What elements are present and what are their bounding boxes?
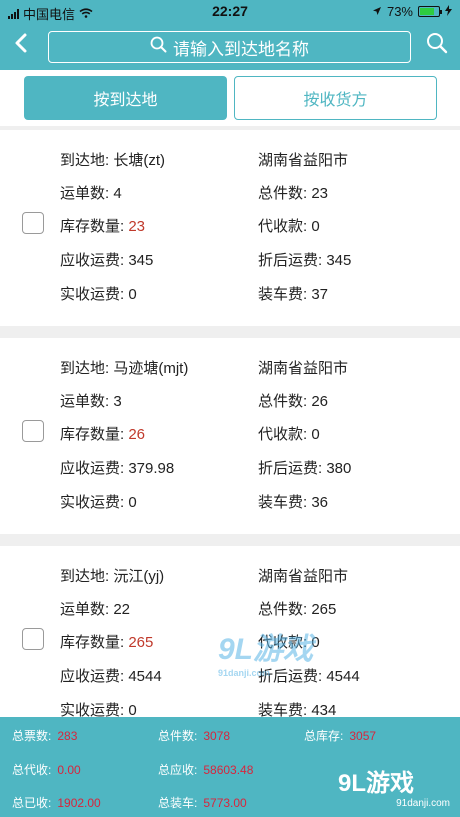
- destination-value: 马迹塘(mjt): [113, 360, 189, 377]
- stock-quantity-value: 265: [128, 634, 154, 651]
- freight-received-field: 实收运费: 0: [60, 494, 137, 511]
- watermark-logo-corner: 9L游戏 91danji.com: [338, 770, 450, 809]
- list-item: 到达地: 马迹塘(mjt) 湖南省益阳市 运单数: 3 总件数: 26 库存数量…: [0, 338, 460, 534]
- nav-bar: 请输入到达地名称: [0, 24, 460, 70]
- region-field: 湖南省益阳市: [258, 152, 349, 169]
- stock-quantity-value: 23: [128, 218, 146, 235]
- total-received: 总已收: 1902.00: [12, 796, 101, 810]
- stock-quantity-field: 库存数量: 26: [60, 426, 146, 443]
- total-receivable: 总应收: 58603.48: [158, 763, 254, 777]
- destination-value: 长塘(zt): [113, 152, 166, 169]
- discounted-freight-field: 折后运费: 380: [258, 460, 352, 477]
- tab-by-destination[interactable]: 按到达地: [24, 76, 227, 120]
- select-checkbox[interactable]: [22, 420, 44, 442]
- freight-received-field: 实收运费: 0: [60, 286, 137, 303]
- cod-field: 代收款: 0: [258, 426, 320, 443]
- waybill-count-field: 运单数: 4: [60, 185, 122, 202]
- destination-field: 到达地: 长塘(zt): [60, 152, 166, 169]
- total-pieces-field: 总件数: 26: [258, 393, 329, 410]
- waybill-count-field: 运单数: 3: [60, 393, 122, 410]
- total-pieces-field: 总件数: 265: [258, 601, 337, 618]
- search-input-icon: [150, 36, 167, 58]
- loading-fee-field: 装车费: 434: [258, 702, 337, 717]
- total-cod: 总代收: 0.00: [12, 763, 81, 777]
- stock-quantity-field: 库存数量: 265: [60, 634, 154, 651]
- destination-list[interactable]: 到达地: 长塘(zt) 湖南省益阳市 运单数: 4 总件数: 23 库存数量: …: [0, 128, 460, 717]
- tab-row: 按到达地 按收货方: [0, 70, 460, 126]
- summary-total-pieces: 总件数: 3078: [158, 729, 231, 743]
- discounted-freight-field: 折后运费: 345: [258, 252, 352, 269]
- region-field: 湖南省益阳市: [258, 568, 349, 585]
- battery-icon: [418, 6, 442, 17]
- region-field: 湖南省益阳市: [258, 360, 349, 377]
- location-arrow-icon: [372, 4, 382, 19]
- cod-field: 代收款: 0: [258, 218, 320, 235]
- search-button-icon[interactable]: [426, 32, 448, 59]
- stock-quantity-field: 库存数量: 23: [60, 218, 146, 235]
- waybill-count-field: 运单数: 22: [60, 601, 131, 618]
- status-right: 73%: [372, 4, 452, 19]
- destination-field: 到达地: 沅江(yj): [60, 568, 165, 585]
- back-icon[interactable]: [14, 32, 28, 61]
- search-placeholder: 请输入到达地名称: [173, 39, 309, 59]
- total-tickets: 总票数: 283: [12, 729, 78, 743]
- select-checkbox[interactable]: [22, 628, 44, 650]
- stock-quantity-value: 26: [128, 426, 146, 443]
- freight-due-field: 应收运费: 379.98: [60, 460, 175, 477]
- total-loading: 总装车: 5773.00: [158, 796, 247, 810]
- destination-value: 沅江(yj): [113, 568, 165, 585]
- search-input[interactable]: 请输入到达地名称: [48, 31, 411, 63]
- list-item: 到达地: 长塘(zt) 湖南省益阳市 运单数: 4 总件数: 23 库存数量: …: [0, 130, 460, 326]
- tab-by-consignee[interactable]: 按收货方: [234, 76, 437, 120]
- total-pieces-field: 总件数: 23: [258, 185, 329, 202]
- battery-percent: 73%: [386, 4, 413, 19]
- status-bar: 中国电信 22:27 73%: [0, 0, 460, 24]
- select-checkbox[interactable]: [22, 212, 44, 234]
- loading-fee-field: 装车费: 37: [258, 286, 329, 303]
- watermark-logo-center: 9L游戏 91danji.com: [218, 633, 314, 678]
- charging-icon: [445, 4, 452, 19]
- freight-due-field: 应收运费: 4544: [60, 668, 162, 685]
- destination-field: 到达地: 马迹塘(mjt): [60, 360, 189, 377]
- freight-received-field: 实收运费: 0: [60, 702, 137, 717]
- freight-due-field: 应收运费: 345: [60, 252, 154, 269]
- loading-fee-field: 装车费: 36: [258, 494, 329, 511]
- total-stock: 总库存: 3057: [304, 729, 377, 743]
